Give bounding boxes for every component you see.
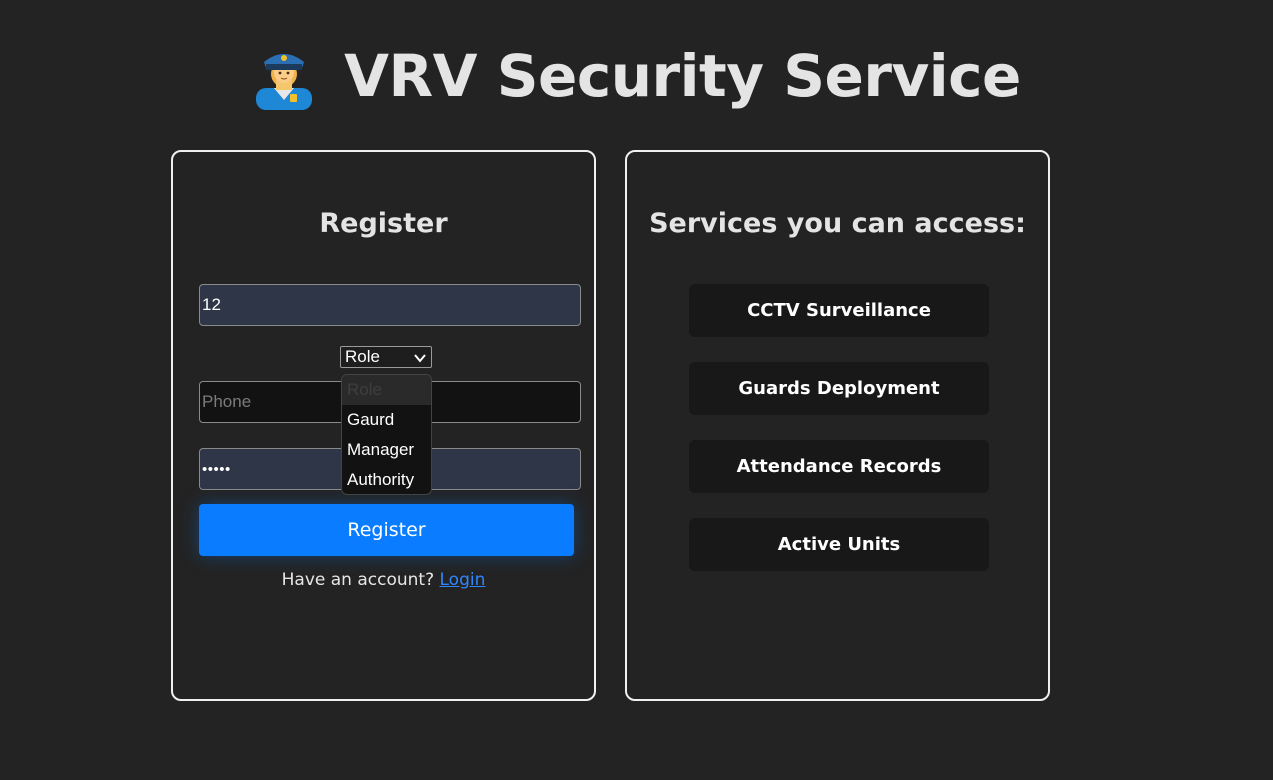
app-title: VRV Security Service [344,42,1021,110]
password-value: ••••• [202,460,231,478]
service-active-units[interactable]: Active Units [689,518,989,571]
username-input[interactable]: 12 [199,284,581,326]
role-option-authority[interactable]: Authority [342,465,431,494]
services-card: Services you can access: CCTV Surveillan… [625,150,1050,701]
service-attendance-records[interactable]: Attendance Records [689,440,989,493]
username-value: 12 [202,295,221,314]
role-option-gaurd[interactable]: Gaurd [342,405,431,435]
role-select-value: Role [345,347,380,366]
services-title: Services you can access: [649,208,1026,239]
role-option-placeholder: Role [342,375,431,405]
role-option-manager[interactable]: Manager [342,435,431,465]
app-header: VRV Security Service [0,36,1273,116]
account-prompt-row: Have an account? Login [173,570,594,590]
account-prompt: Have an account? [281,570,435,590]
register-title: Register [319,208,448,239]
phone-placeholder: Phone [202,392,252,411]
police-officer-icon [252,42,316,110]
chevron-down-icon [413,350,427,364]
service-cctv-surveillance[interactable]: CCTV Surveillance [689,284,989,337]
register-card: Register 12 Role Phone ••••• Role Gaurd … [171,150,596,701]
role-select[interactable]: Role [340,346,432,368]
register-button[interactable]: Register [199,504,574,556]
service-guards-deployment[interactable]: Guards Deployment [689,362,989,415]
role-dropdown: Role Gaurd Manager Authority [341,374,432,495]
login-link[interactable]: Login [440,570,486,590]
